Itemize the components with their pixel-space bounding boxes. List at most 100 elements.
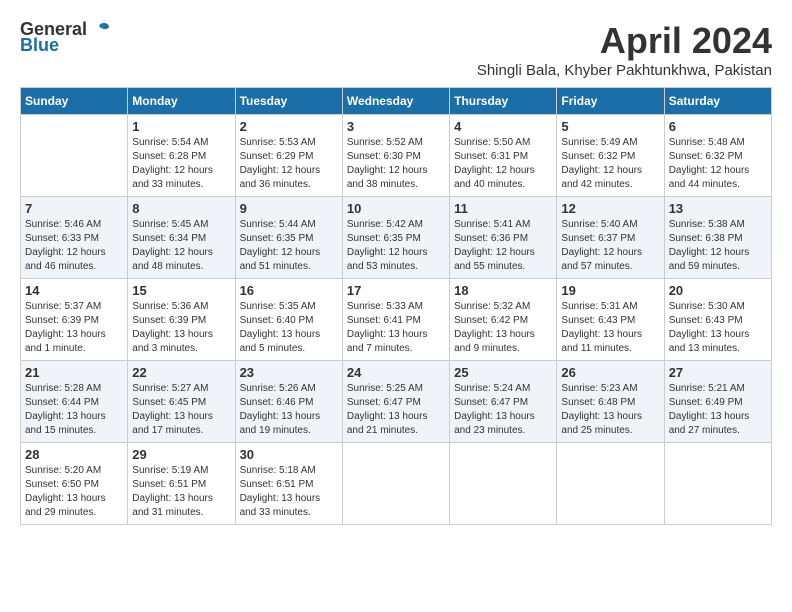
cell-info: Sunrise: 5:53 AMSunset: 6:29 PMDaylight:… (240, 136, 338, 192)
weekday-header-row: SundayMondayTuesdayWednesdayThursdayFrid… (21, 88, 772, 115)
day-number: 16 (240, 283, 338, 298)
cell-info: Sunrise: 5:50 AMSunset: 6:31 PMDaylight:… (454, 136, 552, 192)
cell-info: Sunrise: 5:37 AMSunset: 6:39 PMDaylight:… (25, 300, 123, 356)
calendar-cell: 16 Sunrise: 5:35 AMSunset: 6:40 PMDaylig… (235, 279, 342, 361)
day-number: 24 (347, 365, 445, 380)
day-number: 2 (240, 119, 338, 134)
day-number: 25 (454, 365, 552, 380)
day-number: 1 (132, 119, 230, 134)
cell-info: Sunrise: 5:35 AMSunset: 6:40 PMDaylight:… (240, 300, 338, 356)
day-number: 4 (454, 119, 552, 134)
cell-info: Sunrise: 5:36 AMSunset: 6:39 PMDaylight:… (132, 300, 230, 356)
day-number: 9 (240, 201, 338, 216)
calendar-cell: 9 Sunrise: 5:44 AMSunset: 6:35 PMDayligh… (235, 197, 342, 279)
day-number: 13 (669, 201, 767, 216)
weekday-header-saturday: Saturday (664, 88, 771, 115)
cell-info: Sunrise: 5:30 AMSunset: 6:43 PMDaylight:… (669, 300, 767, 356)
calendar-week-row: 28 Sunrise: 5:20 AMSunset: 6:50 PMDaylig… (21, 443, 772, 525)
calendar-cell: 12 Sunrise: 5:40 AMSunset: 6:37 PMDaylig… (557, 197, 664, 279)
cell-info: Sunrise: 5:46 AMSunset: 6:33 PMDaylight:… (25, 218, 123, 274)
page-header: General Blue April 2024 Shingli Bala, Kh… (20, 20, 772, 79)
day-number: 22 (132, 365, 230, 380)
cell-info: Sunrise: 5:45 AMSunset: 6:34 PMDaylight:… (132, 218, 230, 274)
logo-blue-text: Blue (20, 36, 111, 56)
cell-info: Sunrise: 5:38 AMSunset: 6:38 PMDaylight:… (669, 218, 767, 274)
cell-info: Sunrise: 5:48 AMSunset: 6:32 PMDaylight:… (669, 136, 767, 192)
calendar-cell: 24 Sunrise: 5:25 AMSunset: 6:47 PMDaylig… (342, 361, 449, 443)
cell-info: Sunrise: 5:32 AMSunset: 6:42 PMDaylight:… (454, 300, 552, 356)
calendar-cell: 26 Sunrise: 5:23 AMSunset: 6:48 PMDaylig… (557, 361, 664, 443)
calendar-cell: 5 Sunrise: 5:49 AMSunset: 6:32 PMDayligh… (557, 115, 664, 197)
calendar-week-row: 21 Sunrise: 5:28 AMSunset: 6:44 PMDaylig… (21, 361, 772, 443)
day-number: 28 (25, 447, 123, 462)
calendar-cell: 2 Sunrise: 5:53 AMSunset: 6:29 PMDayligh… (235, 115, 342, 197)
calendar-week-row: 1 Sunrise: 5:54 AMSunset: 6:28 PMDayligh… (21, 115, 772, 197)
cell-info: Sunrise: 5:33 AMSunset: 6:41 PMDaylight:… (347, 300, 445, 356)
cell-info: Sunrise: 5:42 AMSunset: 6:35 PMDaylight:… (347, 218, 445, 274)
cell-info: Sunrise: 5:49 AMSunset: 6:32 PMDaylight:… (561, 136, 659, 192)
calendar-cell: 13 Sunrise: 5:38 AMSunset: 6:38 PMDaylig… (664, 197, 771, 279)
calendar-cell: 27 Sunrise: 5:21 AMSunset: 6:49 PMDaylig… (664, 361, 771, 443)
calendar-week-row: 14 Sunrise: 5:37 AMSunset: 6:39 PMDaylig… (21, 279, 772, 361)
cell-info: Sunrise: 5:23 AMSunset: 6:48 PMDaylight:… (561, 382, 659, 438)
weekday-header-sunday: Sunday (21, 88, 128, 115)
day-number: 27 (669, 365, 767, 380)
day-number: 29 (132, 447, 230, 462)
calendar-cell: 23 Sunrise: 5:26 AMSunset: 6:46 PMDaylig… (235, 361, 342, 443)
calendar-cell (664, 443, 771, 525)
day-number: 20 (669, 283, 767, 298)
calendar-cell: 7 Sunrise: 5:46 AMSunset: 6:33 PMDayligh… (21, 197, 128, 279)
day-number: 6 (669, 119, 767, 134)
day-number: 18 (454, 283, 552, 298)
calendar-cell: 8 Sunrise: 5:45 AMSunset: 6:34 PMDayligh… (128, 197, 235, 279)
day-number: 14 (25, 283, 123, 298)
calendar-cell (342, 443, 449, 525)
day-number: 12 (561, 201, 659, 216)
calendar-cell: 1 Sunrise: 5:54 AMSunset: 6:28 PMDayligh… (128, 115, 235, 197)
title-section: April 2024 Shingli Bala, Khyber Pakhtunk… (477, 20, 772, 79)
cell-info: Sunrise: 5:52 AMSunset: 6:30 PMDaylight:… (347, 136, 445, 192)
calendar-table: SundayMondayTuesdayWednesdayThursdayFrid… (20, 87, 772, 525)
weekday-header-wednesday: Wednesday (342, 88, 449, 115)
calendar-cell (450, 443, 557, 525)
cell-info: Sunrise: 5:54 AMSunset: 6:28 PMDaylight:… (132, 136, 230, 192)
cell-info: Sunrise: 5:26 AMSunset: 6:46 PMDaylight:… (240, 382, 338, 438)
calendar-week-row: 7 Sunrise: 5:46 AMSunset: 6:33 PMDayligh… (21, 197, 772, 279)
cell-info: Sunrise: 5:27 AMSunset: 6:45 PMDaylight:… (132, 382, 230, 438)
day-number: 30 (240, 447, 338, 462)
cell-info: Sunrise: 5:24 AMSunset: 6:47 PMDaylight:… (454, 382, 552, 438)
day-number: 19 (561, 283, 659, 298)
calendar-cell: 14 Sunrise: 5:37 AMSunset: 6:39 PMDaylig… (21, 279, 128, 361)
calendar-cell (21, 115, 128, 197)
day-number: 8 (132, 201, 230, 216)
calendar-cell: 21 Sunrise: 5:28 AMSunset: 6:44 PMDaylig… (21, 361, 128, 443)
cell-info: Sunrise: 5:19 AMSunset: 6:51 PMDaylight:… (132, 464, 230, 520)
calendar-cell: 25 Sunrise: 5:24 AMSunset: 6:47 PMDaylig… (450, 361, 557, 443)
cell-info: Sunrise: 5:40 AMSunset: 6:37 PMDaylight:… (561, 218, 659, 274)
cell-info: Sunrise: 5:21 AMSunset: 6:49 PMDaylight:… (669, 382, 767, 438)
day-number: 21 (25, 365, 123, 380)
calendar-cell: 17 Sunrise: 5:33 AMSunset: 6:41 PMDaylig… (342, 279, 449, 361)
calendar-cell: 10 Sunrise: 5:42 AMSunset: 6:35 PMDaylig… (342, 197, 449, 279)
calendar-cell: 22 Sunrise: 5:27 AMSunset: 6:45 PMDaylig… (128, 361, 235, 443)
day-number: 23 (240, 365, 338, 380)
weekday-header-friday: Friday (557, 88, 664, 115)
calendar-cell: 4 Sunrise: 5:50 AMSunset: 6:31 PMDayligh… (450, 115, 557, 197)
cell-info: Sunrise: 5:20 AMSunset: 6:50 PMDaylight:… (25, 464, 123, 520)
day-number: 26 (561, 365, 659, 380)
calendar-cell: 3 Sunrise: 5:52 AMSunset: 6:30 PMDayligh… (342, 115, 449, 197)
day-number: 17 (347, 283, 445, 298)
calendar-cell: 29 Sunrise: 5:19 AMSunset: 6:51 PMDaylig… (128, 443, 235, 525)
cell-info: Sunrise: 5:44 AMSunset: 6:35 PMDaylight:… (240, 218, 338, 274)
cell-info: Sunrise: 5:18 AMSunset: 6:51 PMDaylight:… (240, 464, 338, 520)
cell-info: Sunrise: 5:31 AMSunset: 6:43 PMDaylight:… (561, 300, 659, 356)
calendar-cell: 20 Sunrise: 5:30 AMSunset: 6:43 PMDaylig… (664, 279, 771, 361)
calendar-cell: 30 Sunrise: 5:18 AMSunset: 6:51 PMDaylig… (235, 443, 342, 525)
cell-info: Sunrise: 5:25 AMSunset: 6:47 PMDaylight:… (347, 382, 445, 438)
day-number: 11 (454, 201, 552, 216)
calendar-cell: 18 Sunrise: 5:32 AMSunset: 6:42 PMDaylig… (450, 279, 557, 361)
calendar-cell (557, 443, 664, 525)
month-title: April 2024 (477, 20, 772, 62)
calendar-cell: 28 Sunrise: 5:20 AMSunset: 6:50 PMDaylig… (21, 443, 128, 525)
day-number: 7 (25, 201, 123, 216)
